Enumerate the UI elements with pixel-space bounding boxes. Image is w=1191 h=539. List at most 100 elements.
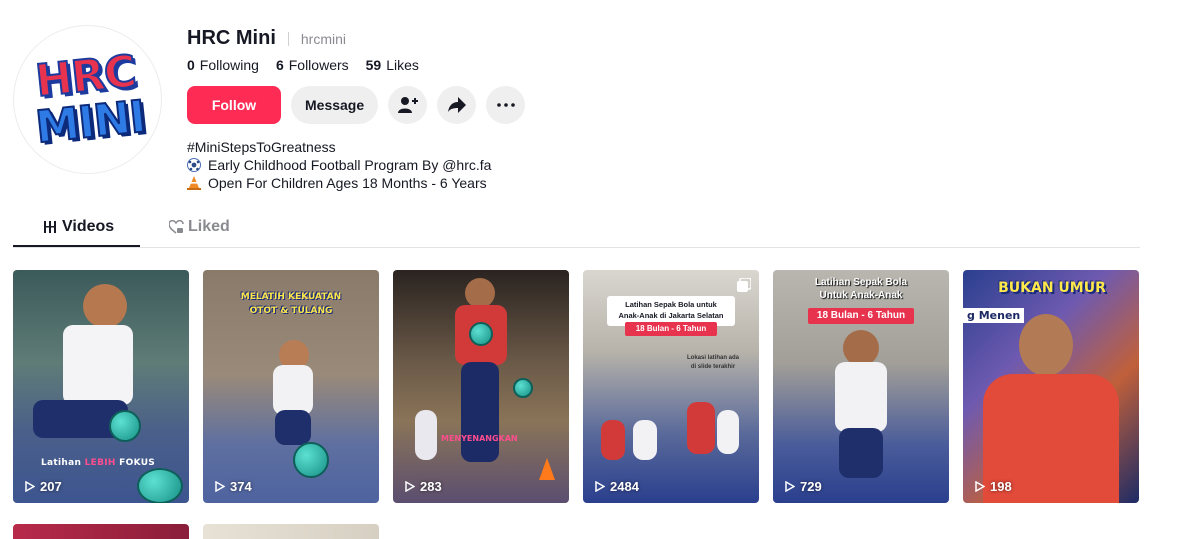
profile-name-row: HRC Mini hrcmini	[187, 27, 346, 50]
profile-display-name: HRC Mini	[187, 27, 276, 49]
view-count: 729	[785, 479, 822, 494]
child-shirt	[63, 325, 133, 405]
bio-program-text: Early Childhood Football Program By @hrc…	[208, 157, 492, 173]
caption-line: Latihan Sepak Bola	[814, 277, 908, 288]
grid-icon	[44, 221, 56, 233]
child-shorts	[275, 410, 311, 445]
football	[137, 468, 183, 503]
followers-label: Followers	[288, 57, 349, 73]
profile-tabs: Videos Liked	[13, 212, 1140, 248]
video-thumbnail	[13, 524, 189, 539]
view-count: 374	[215, 479, 252, 494]
profile-avatar[interactable]: HRC MINI	[13, 25, 162, 174]
tab-liked-label: Liked	[188, 218, 230, 235]
cone-icon	[187, 176, 201, 190]
soccer-ball-icon	[187, 158, 201, 172]
football	[513, 378, 533, 398]
video-card[interactable]: MELATIH KEKUATAN OTOT & TULANG 374	[203, 270, 379, 503]
child-shirt	[273, 365, 313, 415]
photo-carousel-icon	[737, 278, 751, 292]
following-count: 0	[187, 57, 195, 73]
followers-count: 6	[275, 57, 284, 73]
play-icon	[785, 481, 795, 492]
caption-line: Lokasi latihan ada	[686, 355, 740, 361]
child-figure	[717, 410, 739, 454]
play-icon	[405, 481, 415, 492]
video-overlay-caption: MELATIH KEKUATAN OTOT & TULANG	[223, 292, 359, 316]
child-figure	[415, 410, 437, 460]
coach-figure	[687, 402, 715, 454]
video-overlay-subcaption: g Menen	[963, 308, 1025, 323]
child-shorts	[839, 428, 883, 478]
name-separator	[287, 31, 289, 46]
share-button[interactable]	[437, 86, 477, 124]
video-card[interactable]	[203, 524, 379, 539]
play-icon	[25, 481, 35, 492]
bio-ages-text: Open For Children Ages 18 Months - 6 Yea…	[208, 175, 487, 191]
video-overlay-caption: Latihan LEBIH FOKUS	[41, 458, 155, 468]
add-friend-icon	[397, 97, 418, 113]
bio-hashtag[interactable]: #MiniStepsToGreatness	[187, 138, 336, 156]
coach-figure	[465, 278, 495, 308]
more-button[interactable]	[486, 86, 526, 124]
video-overlay-caption: BUKAN UMUR	[998, 280, 1106, 296]
video-card[interactable]: Latihan Sepak Bola untuk Anak-Anak di Ja…	[583, 270, 759, 503]
video-overlay-caption: Latihan Sepak Bola Untuk Anak-Anak	[783, 276, 939, 302]
caption-line: OTOT & TULANG	[249, 306, 333, 316]
bio-line-program: Early Childhood Football Program By @hrc…	[187, 156, 491, 174]
tab-liked[interactable]: Liked	[169, 218, 230, 236]
caption-age-badge: 18 Bulan - 6 Tahun	[625, 322, 717, 336]
football	[293, 442, 329, 478]
child-figure	[601, 420, 625, 460]
stat-following[interactable]: 0 Following	[187, 57, 259, 73]
play-icon	[215, 481, 225, 492]
view-count-value: 374	[230, 479, 252, 494]
stat-likes: 59 Likes	[366, 57, 419, 73]
training-cone	[539, 458, 555, 480]
tab-videos[interactable]: Videos	[44, 218, 114, 236]
child-shirt	[835, 362, 887, 432]
caption-highlight: LEBIH	[84, 458, 116, 468]
video-card[interactable]	[13, 524, 189, 539]
message-button[interactable]: Message	[291, 86, 379, 124]
football	[469, 322, 493, 346]
bio-line-ages: Open For Children Ages 18 Months - 6 Yea…	[187, 174, 491, 192]
view-count: 198	[975, 479, 1012, 494]
profile-handle: hrcmini	[300, 30, 347, 47]
caption-age-badge: 18 Bulan - 6 Tahun	[808, 308, 914, 324]
caption-part: Latihan	[41, 458, 85, 468]
view-count: 207	[25, 479, 62, 494]
view-count: 283	[405, 479, 442, 494]
caption-line: Latihan Sepak Bola untuk	[625, 300, 717, 309]
more-icon	[496, 103, 515, 107]
profile-bio: #MiniStepsToGreatness Early Childhood Fo…	[187, 138, 491, 192]
view-count-value: 729	[800, 479, 822, 494]
add-friend-button[interactable]	[388, 86, 428, 124]
profile-stats: 0 Following 6 Followers 59 Likes	[187, 57, 436, 73]
bio-line-hashtag: #MiniStepsToGreatness	[187, 138, 491, 156]
caption-line: Untuk Anak-Anak	[819, 290, 903, 301]
video-card[interactable]: BUKAN UMUR g Menen 198	[963, 270, 1139, 503]
tab-videos-label: Videos	[62, 218, 115, 235]
video-card[interactable]: Latihan LEBIH FOKUS 207	[13, 270, 189, 503]
video-overlay-caption: Latihan Sepak Bola untuk Anak-Anak di Ja…	[607, 299, 735, 321]
football	[109, 410, 141, 442]
logo-mini-text: MINI	[32, 90, 148, 154]
view-count-value: 2484	[610, 479, 639, 494]
follow-button[interactable]: Follow	[187, 86, 281, 124]
video-thumbnail	[203, 524, 379, 539]
view-count-value: 207	[40, 479, 62, 494]
stat-followers[interactable]: 6 Followers	[276, 57, 349, 73]
video-card[interactable]: Latihan Sepak Bola Untuk Anak-Anak 18 Bu…	[773, 270, 949, 503]
video-card[interactable]: MENYENANGKAN 283	[393, 270, 569, 503]
likes-label: Likes	[386, 57, 419, 73]
view-count-value: 198	[990, 479, 1012, 494]
caption-line: Anak-Anak di Jakarta Selatan	[618, 311, 724, 320]
share-icon	[447, 97, 466, 113]
profile-actions: Follow Message	[187, 86, 526, 124]
following-label: Following	[199, 57, 259, 73]
play-icon	[975, 481, 985, 492]
presenter-figure	[1019, 314, 1073, 376]
likes-count: 59	[365, 57, 382, 73]
active-tab-indicator	[13, 245, 140, 247]
